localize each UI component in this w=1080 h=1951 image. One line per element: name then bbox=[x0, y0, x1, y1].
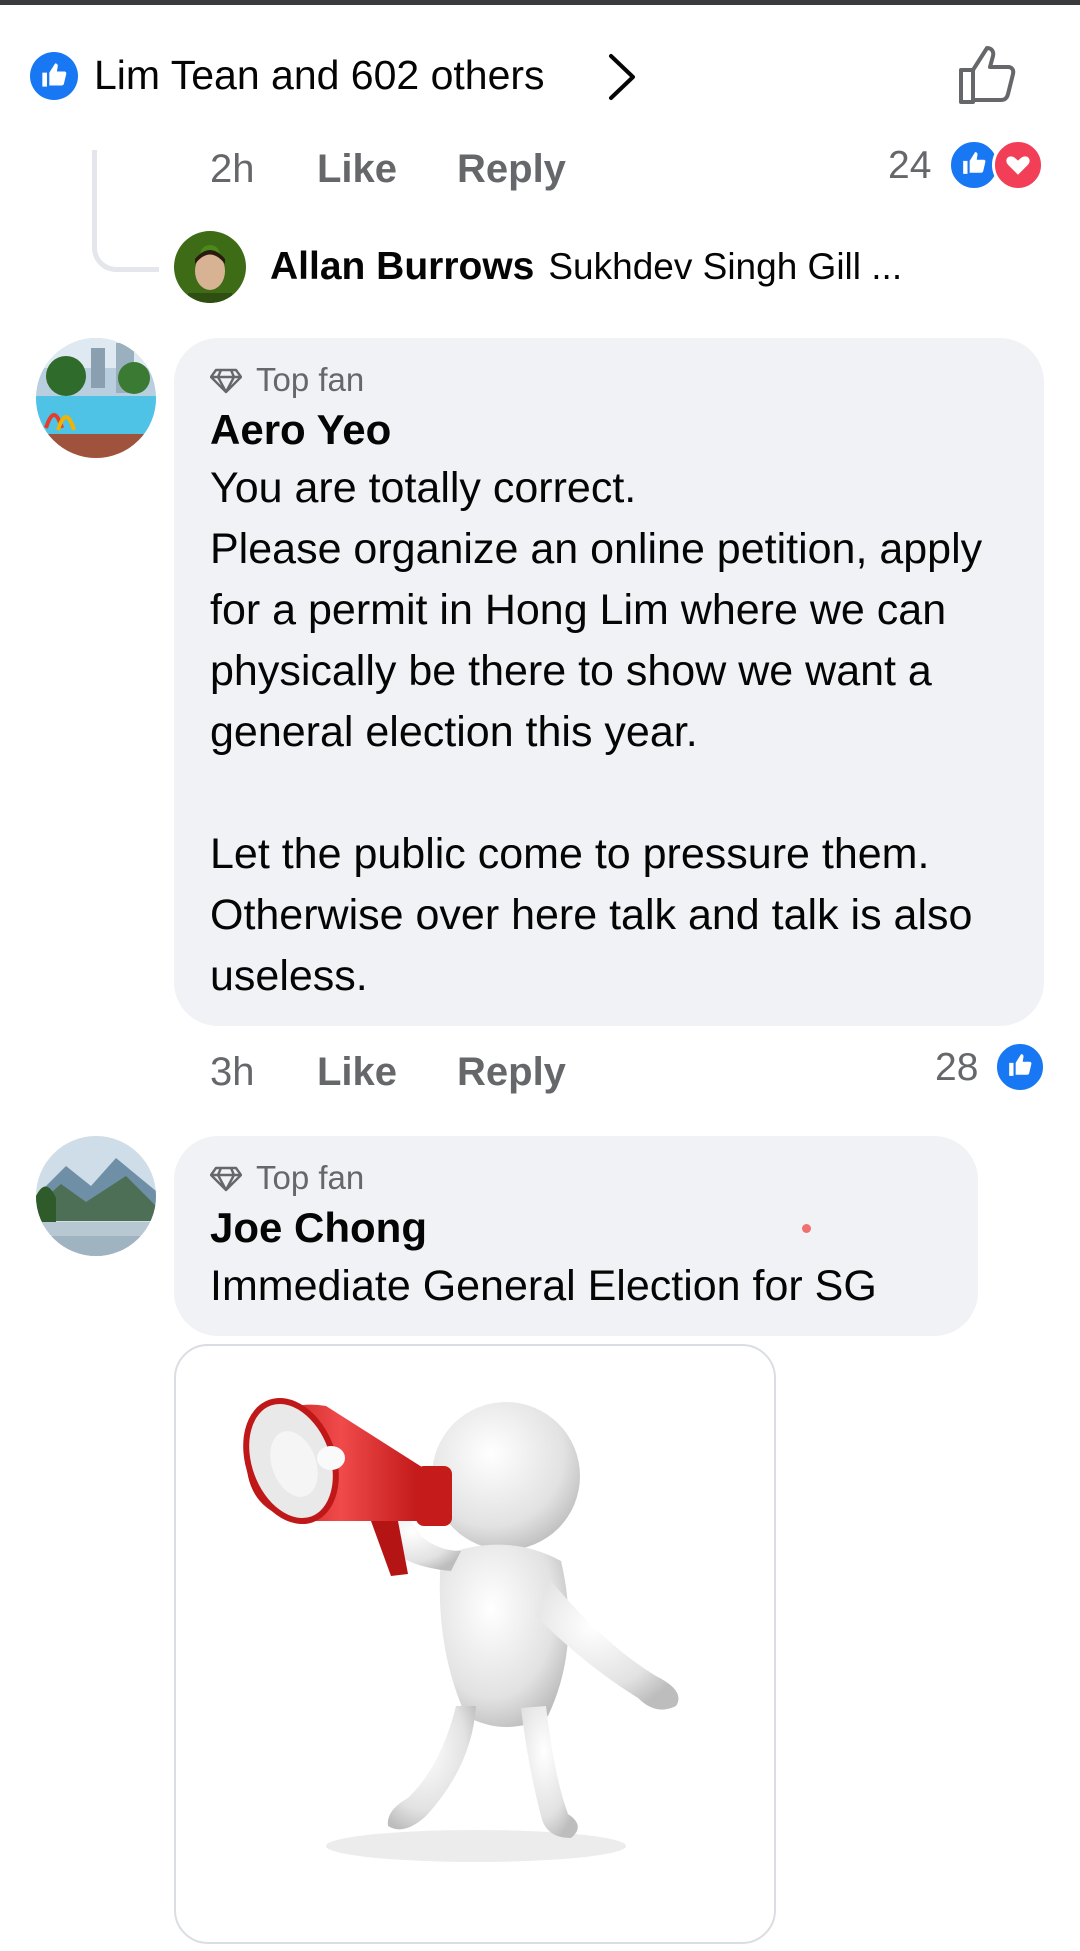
like-outline-icon[interactable] bbox=[955, 42, 1021, 108]
like-reaction-icon bbox=[994, 1041, 1046, 1093]
comment-timestamp: 2h bbox=[210, 147, 255, 191]
comment-timestamp: 3h bbox=[210, 1050, 255, 1094]
badge-label: Top fan bbox=[256, 1159, 365, 1196]
chevron-right-icon[interactable] bbox=[605, 50, 639, 104]
reaction-count[interactable]: 24 bbox=[888, 139, 931, 193]
comment-author-name[interactable]: Joe Chong bbox=[210, 1202, 427, 1254]
comment-author-name[interactable]: Aero Yeo bbox=[210, 404, 391, 456]
diamond-icon bbox=[210, 368, 242, 394]
reply-author-name[interactable]: Allan Burrows bbox=[270, 245, 534, 288]
reactions-summary[interactable]: Lim Tean and 602 others bbox=[30, 42, 1050, 108]
like-button[interactable]: Like bbox=[317, 1045, 397, 1099]
comment-bubble[interactable]: Top fan Joe Chong Immediate General Elec… bbox=[174, 1136, 978, 1336]
reply-snippet: Sukhdev Singh Gill ... bbox=[548, 246, 903, 287]
comment-text: Immediate General Election for SG bbox=[210, 1262, 877, 1310]
comment-text: You are totally correct. Please organize… bbox=[210, 464, 983, 1000]
avatar[interactable] bbox=[36, 338, 156, 458]
comment-attachment-image[interactable] bbox=[174, 1344, 776, 1944]
reply-button[interactable]: Reply bbox=[457, 1045, 566, 1099]
comment-bubble[interactable]: Top fan Aero Yeo You are totally correct… bbox=[174, 338, 1044, 1026]
avatar[interactable] bbox=[174, 231, 246, 303]
top-edge-bar bbox=[0, 0, 1080, 5]
reaction-count[interactable]: 28 bbox=[935, 1041, 978, 1095]
comment-actions-row: 3h Like Reply bbox=[210, 1045, 610, 1099]
avatar[interactable] bbox=[36, 1136, 156, 1256]
collapsed-reply[interactable]: Allan Burrows Sukhdev Singh Gill ... bbox=[270, 240, 902, 294]
reply-button[interactable]: Reply bbox=[457, 142, 566, 196]
comment-actions-row: 2h Like Reply bbox=[210, 142, 610, 196]
thread-connector-line bbox=[92, 150, 159, 272]
love-reaction-icon bbox=[992, 139, 1044, 191]
like-button[interactable]: Like bbox=[317, 142, 397, 196]
reactions-summary-text[interactable]: Lim Tean and 602 others bbox=[94, 50, 545, 100]
indicator-dot bbox=[802, 1224, 811, 1233]
megaphone-figure-image bbox=[243, 1397, 679, 1862]
like-reaction-icon bbox=[30, 52, 78, 100]
diamond-icon bbox=[210, 1166, 242, 1192]
badge-label: Top fan bbox=[256, 361, 365, 398]
